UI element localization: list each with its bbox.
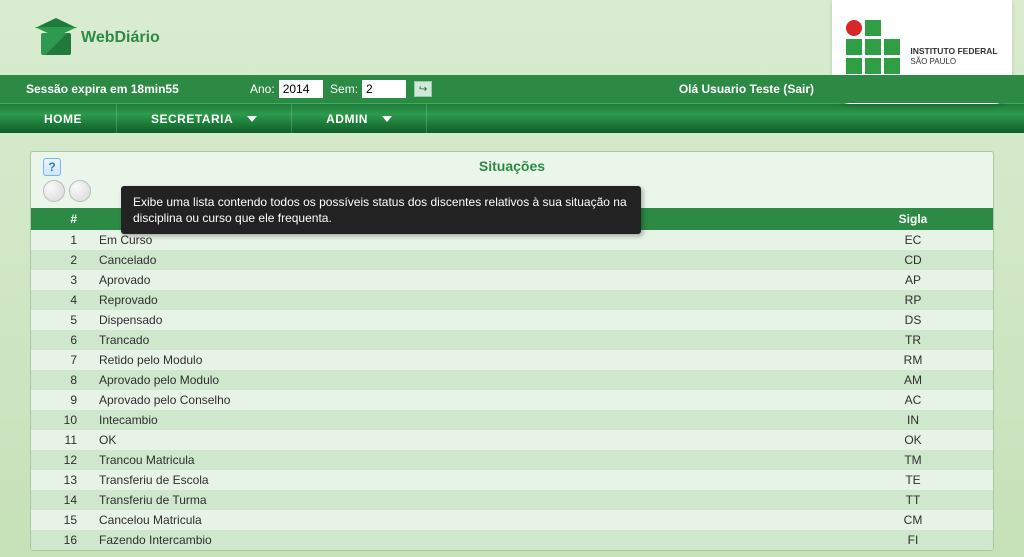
help-tooltip: Exibe uma lista contendo todos os possív… [121,186,641,234]
cell-sigla: CD [833,250,993,270]
cell-nome: Aprovado pelo Conselho [91,390,833,410]
nav-home-label: HOME [44,112,82,126]
cell-sigla: EC [833,230,993,250]
content-panel: ? Situações Exibe uma lista contendo tod… [30,151,994,551]
chevron-down-icon [382,116,392,122]
brand-logo-icon [35,18,77,58]
cell-num: 12 [31,450,91,470]
toolbar-button-1[interactable] [43,180,65,202]
cell-nome: Dispensado [91,310,833,330]
toolbar-button-2[interactable] [69,180,91,202]
cell-sigla: AM [833,370,993,390]
cell-nome: Transferiu de Escola [91,470,833,490]
cell-sigla: TE [833,470,993,490]
cell-sigla: TT [833,490,993,510]
nav-secretaria[interactable]: SECRETARIA [117,104,292,133]
chevron-down-icon [247,116,257,122]
table-row[interactable]: 4ReprovadoRP [31,290,993,310]
col-header-num[interactable]: # [31,208,91,230]
cell-num: 5 [31,310,91,330]
cell-sigla: TM [833,450,993,470]
table-row[interactable]: 10IntecambioIN [31,410,993,430]
sem-input[interactable] [362,80,406,98]
table-row[interactable]: 13Transferiu de EscolaTE [31,470,993,490]
table-row[interactable]: 3AprovadoAP [31,270,993,290]
table-row[interactable]: 11OKOK [31,430,993,450]
cell-num: 15 [31,510,91,530]
institution-text: INSTITUTO FEDERAL SÃO PAULO [910,46,997,66]
period-submit-button[interactable]: ↪ [414,81,432,97]
table-row[interactable]: 6TrancadoTR [31,330,993,350]
cell-sigla: RP [833,290,993,310]
cell-num: 16 [31,530,91,550]
session-expiry: Sessão expira em 18min55 [26,82,179,96]
cell-nome: Trancado [91,330,833,350]
cell-num: 11 [31,430,91,450]
period-form: Ano: Sem: ↪ [250,80,432,98]
cell-nome: Trancou Matricula [91,450,833,470]
cell-nome: Fazendo Intercambio [91,530,833,550]
table-row[interactable]: 12Trancou MatriculaTM [31,450,993,470]
situacoes-table: # Sigla 1Em CursoEC2CanceladoCD3Aprovado… [31,208,993,550]
cell-num: 4 [31,290,91,310]
cell-nome: OK [91,430,833,450]
table-row[interactable]: 16Fazendo IntercambioFI [31,530,993,550]
cell-num: 7 [31,350,91,370]
cell-nome: Aprovado pelo Modulo [91,370,833,390]
cell-num: 6 [31,330,91,350]
table-row[interactable]: 14Transferiu de TurmaTT [31,490,993,510]
cell-sigla: AP [833,270,993,290]
cell-num: 10 [31,410,91,430]
cell-nome: Transferiu de Turma [91,490,833,510]
cell-sigla: IN [833,410,993,430]
ano-input[interactable] [279,80,323,98]
cell-nome: Retido pelo Modulo [91,350,833,370]
sem-label: Sem: [330,82,358,96]
cell-sigla: FI [833,530,993,550]
table-row[interactable]: 15Cancelou MatriculaCM [31,510,993,530]
cell-sigla: OK [833,430,993,450]
brand-name: WebDiário [81,29,160,47]
cell-num: 8 [31,370,91,390]
nav-secretaria-label: SECRETARIA [151,112,233,126]
nav-admin-label: ADMIN [326,112,368,126]
nav-home[interactable]: HOME [0,104,117,133]
table-row[interactable]: 9Aprovado pelo ConselhoAC [31,390,993,410]
cell-num: 13 [31,470,91,490]
cell-sigla: TR [833,330,993,350]
cell-num: 14 [31,490,91,510]
col-header-sigla[interactable]: Sigla [833,208,993,230]
cell-nome: Cancelado [91,250,833,270]
cell-sigla: DS [833,310,993,330]
cell-sigla: CM [833,510,993,530]
nav-admin[interactable]: ADMIN [292,104,427,133]
logout-link[interactable]: Sair [787,82,810,96]
cell-num: 2 [31,250,91,270]
session-bar: Sessão expira em 18min55 Ano: Sem: ↪ Olá… [0,75,1024,103]
ano-label: Ano: [250,82,275,96]
user-greeting: Olá Usuario Teste (Sair) [679,82,814,96]
cell-num: 1 [31,230,91,250]
table-row[interactable]: 5DispensadoDS [31,310,993,330]
cell-sigla: AC [833,390,993,410]
cell-nome: Aprovado [91,270,833,290]
table-row[interactable]: 8Aprovado pelo ModuloAM [31,370,993,390]
cell-nome: Cancelou Matricula [91,510,833,530]
cell-nome: Intecambio [91,410,833,430]
help-icon[interactable]: ? [43,158,61,176]
cell-num: 9 [31,390,91,410]
cell-nome: Reprovado [91,290,833,310]
cell-num: 3 [31,270,91,290]
header: WebDiário INSTITUTO FEDERAL SÃO PAULO [0,0,1024,75]
main-nav: HOME SECRETARIA ADMIN [0,103,1024,133]
table-row[interactable]: 7Retido pelo ModuloRM [31,350,993,370]
page-title: Situações [479,158,545,174]
cell-sigla: RM [833,350,993,370]
table-row[interactable]: 2CanceladoCD [31,250,993,270]
